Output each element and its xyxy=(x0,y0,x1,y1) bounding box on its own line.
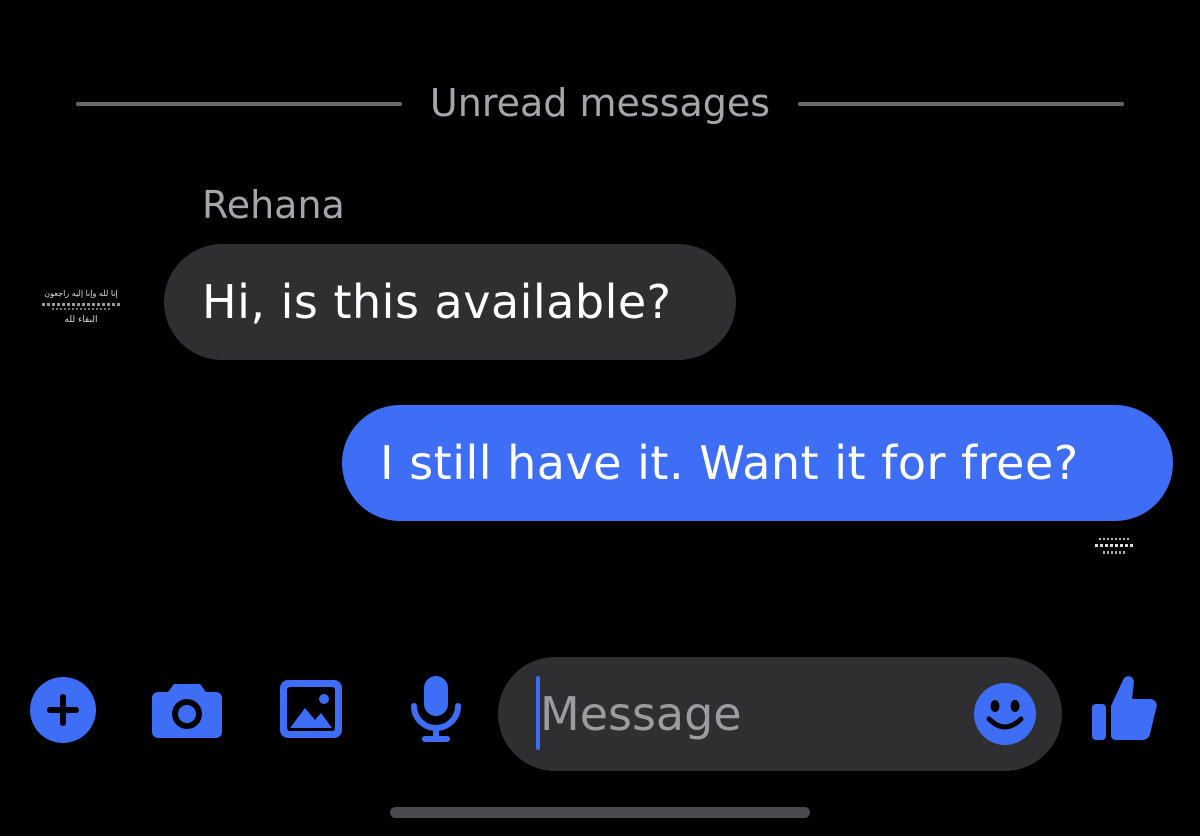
microphone-icon xyxy=(411,676,461,742)
divider-line-left xyxy=(76,102,402,106)
emoji-button[interactable] xyxy=(974,683,1036,745)
camera-icon xyxy=(152,684,222,738)
plus-icon xyxy=(30,677,96,743)
gallery-icon xyxy=(280,680,342,738)
text-cursor xyxy=(536,676,540,750)
unread-divider-label: Unread messages xyxy=(429,81,771,125)
sender-name: Rehana xyxy=(202,183,345,227)
divider-line-right xyxy=(798,102,1124,106)
avatar[interactable]: إنا لله وإنا إليه راجعون البقاء لله xyxy=(38,288,124,346)
camera-button[interactable] xyxy=(152,680,222,738)
message-bubble-incoming[interactable]: Hi, is this available? xyxy=(164,244,736,360)
avatar-text-decoration-small xyxy=(52,308,110,310)
gallery-button[interactable] xyxy=(280,680,342,738)
message-bubble-outgoing[interactable]: I still have it. Want it for free? xyxy=(342,405,1173,521)
message-text: Hi, is this available? xyxy=(202,275,672,329)
like-button[interactable] xyxy=(1092,674,1158,740)
message-input[interactable] xyxy=(534,677,954,751)
avatar-text-line1: إنا لله وإنا إليه راجعون xyxy=(44,289,118,298)
avatar-text-decoration xyxy=(42,303,120,306)
message-composer[interactable] xyxy=(498,657,1062,771)
message-text: I still have it. Want it for free? xyxy=(380,436,1079,490)
home-indicator[interactable] xyxy=(390,807,810,818)
read-receipt-avatar xyxy=(1094,538,1134,568)
microphone-button[interactable] xyxy=(410,676,462,742)
plus-button[interactable] xyxy=(30,677,96,743)
unread-divider: Unread messages xyxy=(76,78,1124,128)
avatar-text-line2: البقاء لله xyxy=(64,315,98,325)
thumbs-up-icon xyxy=(1092,676,1157,740)
emoji-icon xyxy=(974,683,1036,745)
